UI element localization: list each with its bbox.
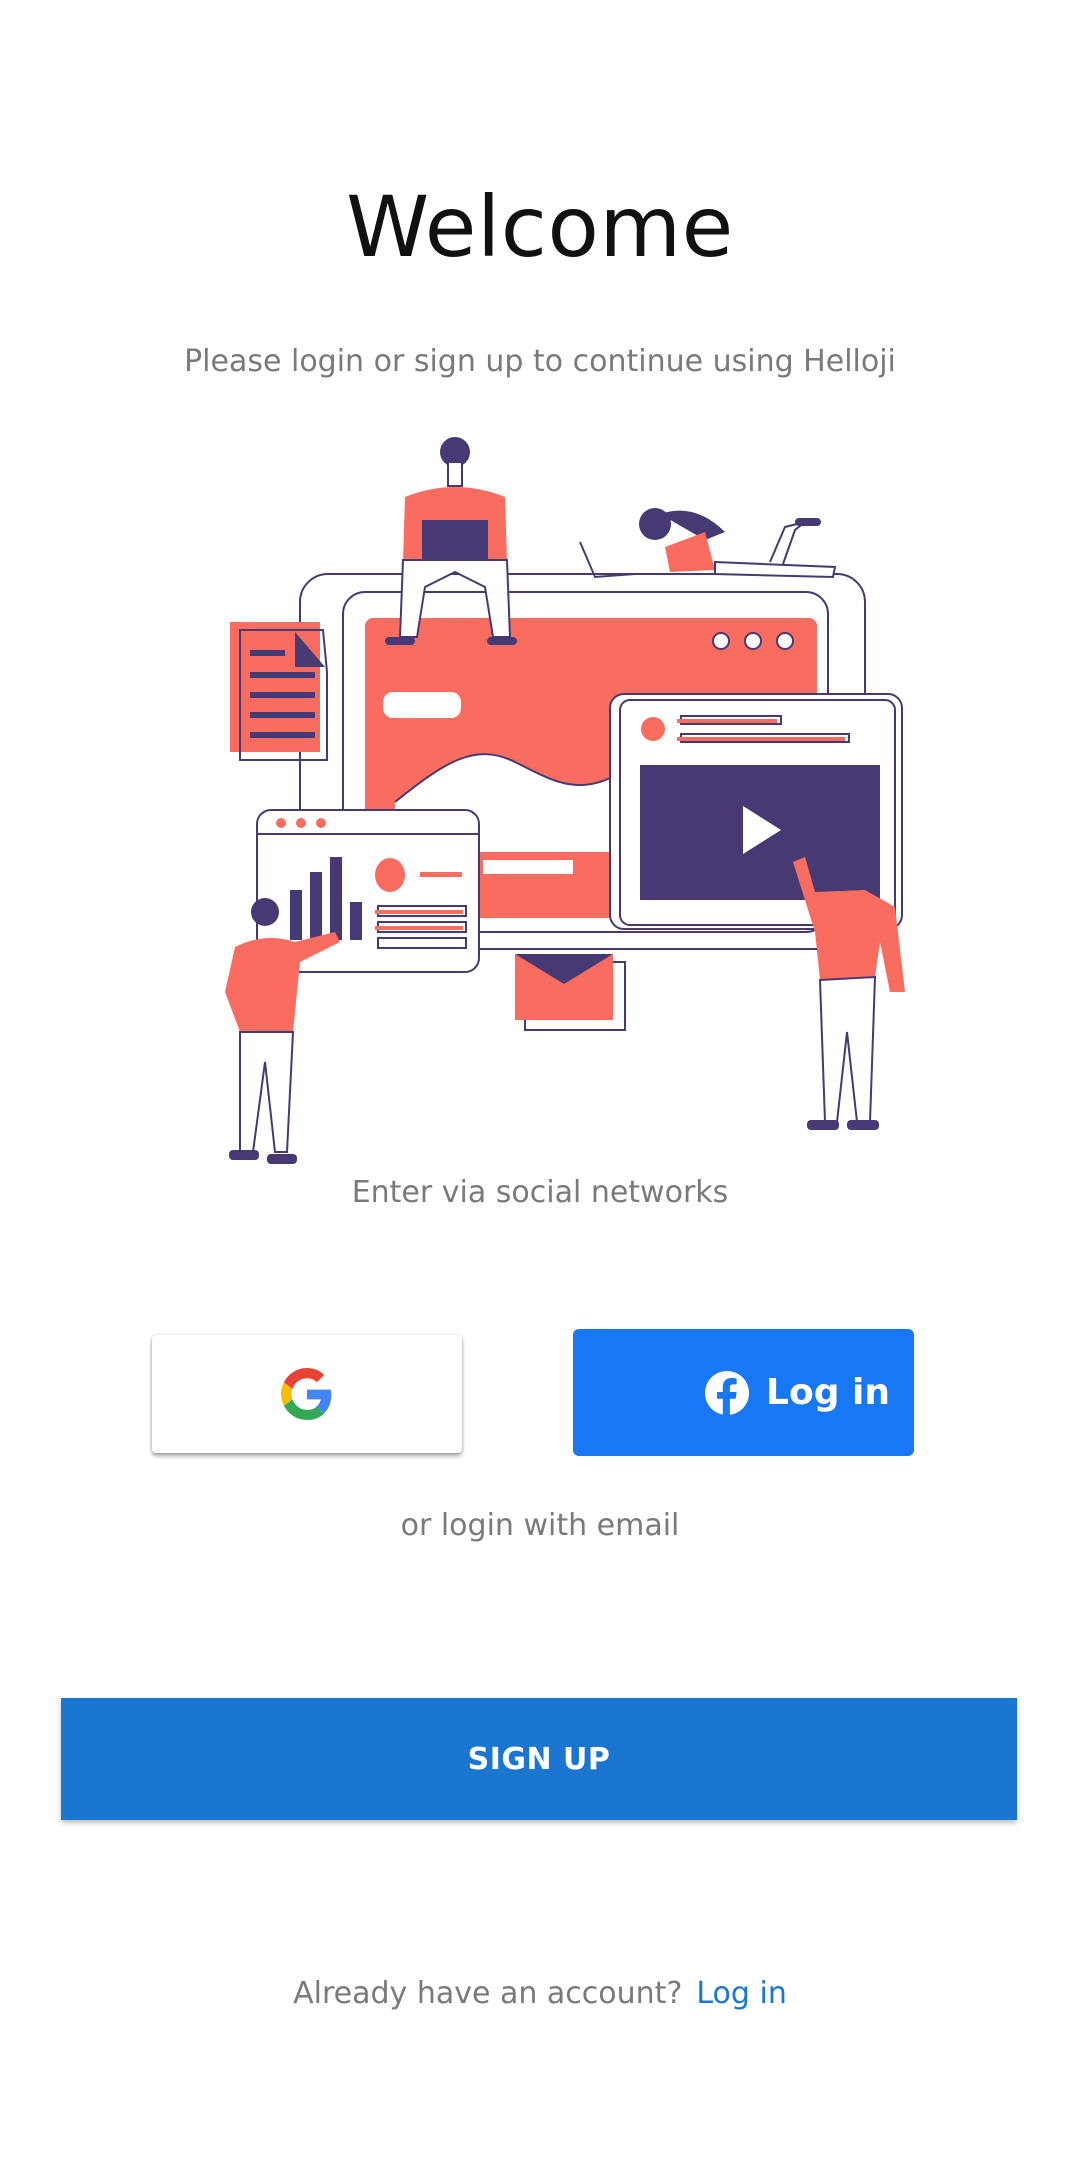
welcome-title: Welcome: [346, 178, 734, 276]
welcome-subtitle: Please login or sign up to continue usin…: [184, 344, 896, 379]
email-login-caption: or login with email: [400, 1508, 680, 1543]
google-login-button[interactable]: [152, 1335, 462, 1453]
facebook-login-button[interactable]: Log in: [573, 1329, 914, 1456]
social-caption: Enter via social networks: [351, 1175, 729, 1210]
google-g-icon: [281, 1368, 332, 1420]
facebook-login-label: Log in: [766, 1372, 890, 1413]
login-link[interactable]: Log in: [696, 1976, 786, 2011]
signup-button[interactable]: SIGN UP: [61, 1698, 1017, 1820]
facebook-icon: [705, 1370, 750, 1416]
login-footer: Already have an account? Log in: [0, 1976, 1080, 2011]
account-prompt: Already have an account?: [293, 1976, 683, 2011]
welcome-illustration: [225, 437, 905, 1164]
